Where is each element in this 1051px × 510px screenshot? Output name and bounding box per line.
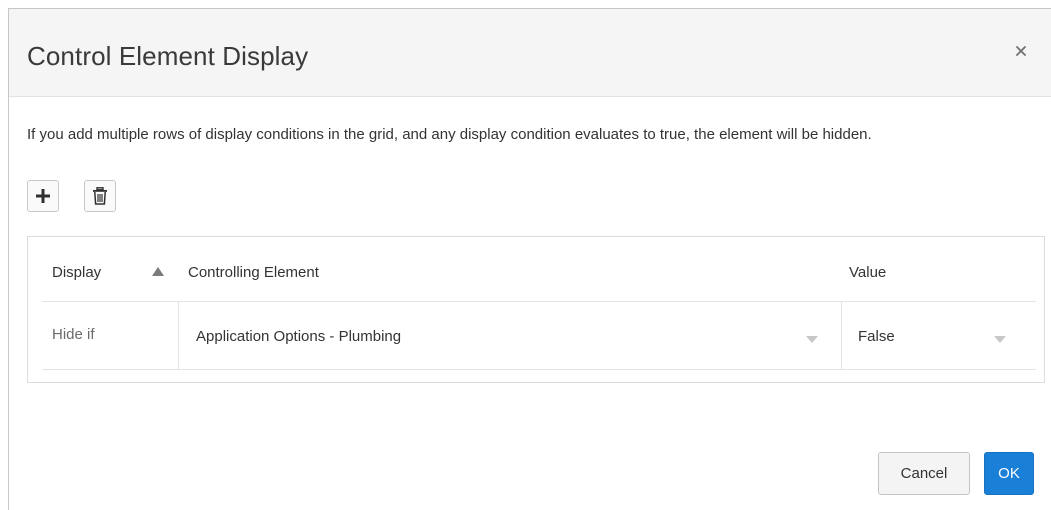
close-icon[interactable] [1011,41,1031,61]
chevron-down-icon[interactable] [994,336,1006,343]
control-element-display-dialog: Control Element Display If you add multi… [8,8,1051,510]
ok-button[interactable]: OK [984,452,1034,495]
chevron-down-icon[interactable] [806,336,818,343]
display-cell: Hide if [52,326,95,343]
column-header-controlling-element[interactable]: Controlling Element [188,264,319,281]
trash-icon [93,187,107,205]
cancel-button[interactable]: Cancel [878,452,970,495]
display-conditions-grid: Display Controlling Element Value Hide i… [27,236,1045,383]
plus-icon [36,189,50,203]
delete-row-button[interactable] [84,180,116,212]
controlling-element-value: Application Options - Plumbing [196,328,402,345]
column-header-value[interactable]: Value [849,264,886,281]
column-header-display[interactable]: Display [52,264,101,281]
header-divider [42,301,1036,302]
cell-divider [178,302,179,369]
cell-divider [841,302,842,369]
dialog-title: Control Element Display [27,41,309,71]
add-row-button[interactable] [27,180,59,212]
info-text: If you add multiple rows of display cond… [27,126,872,143]
sort-ascending-icon[interactable] [152,267,164,276]
dialog-header: Control Element Display [9,9,1051,97]
value-value: False [858,328,895,345]
row-divider [42,369,1036,370]
